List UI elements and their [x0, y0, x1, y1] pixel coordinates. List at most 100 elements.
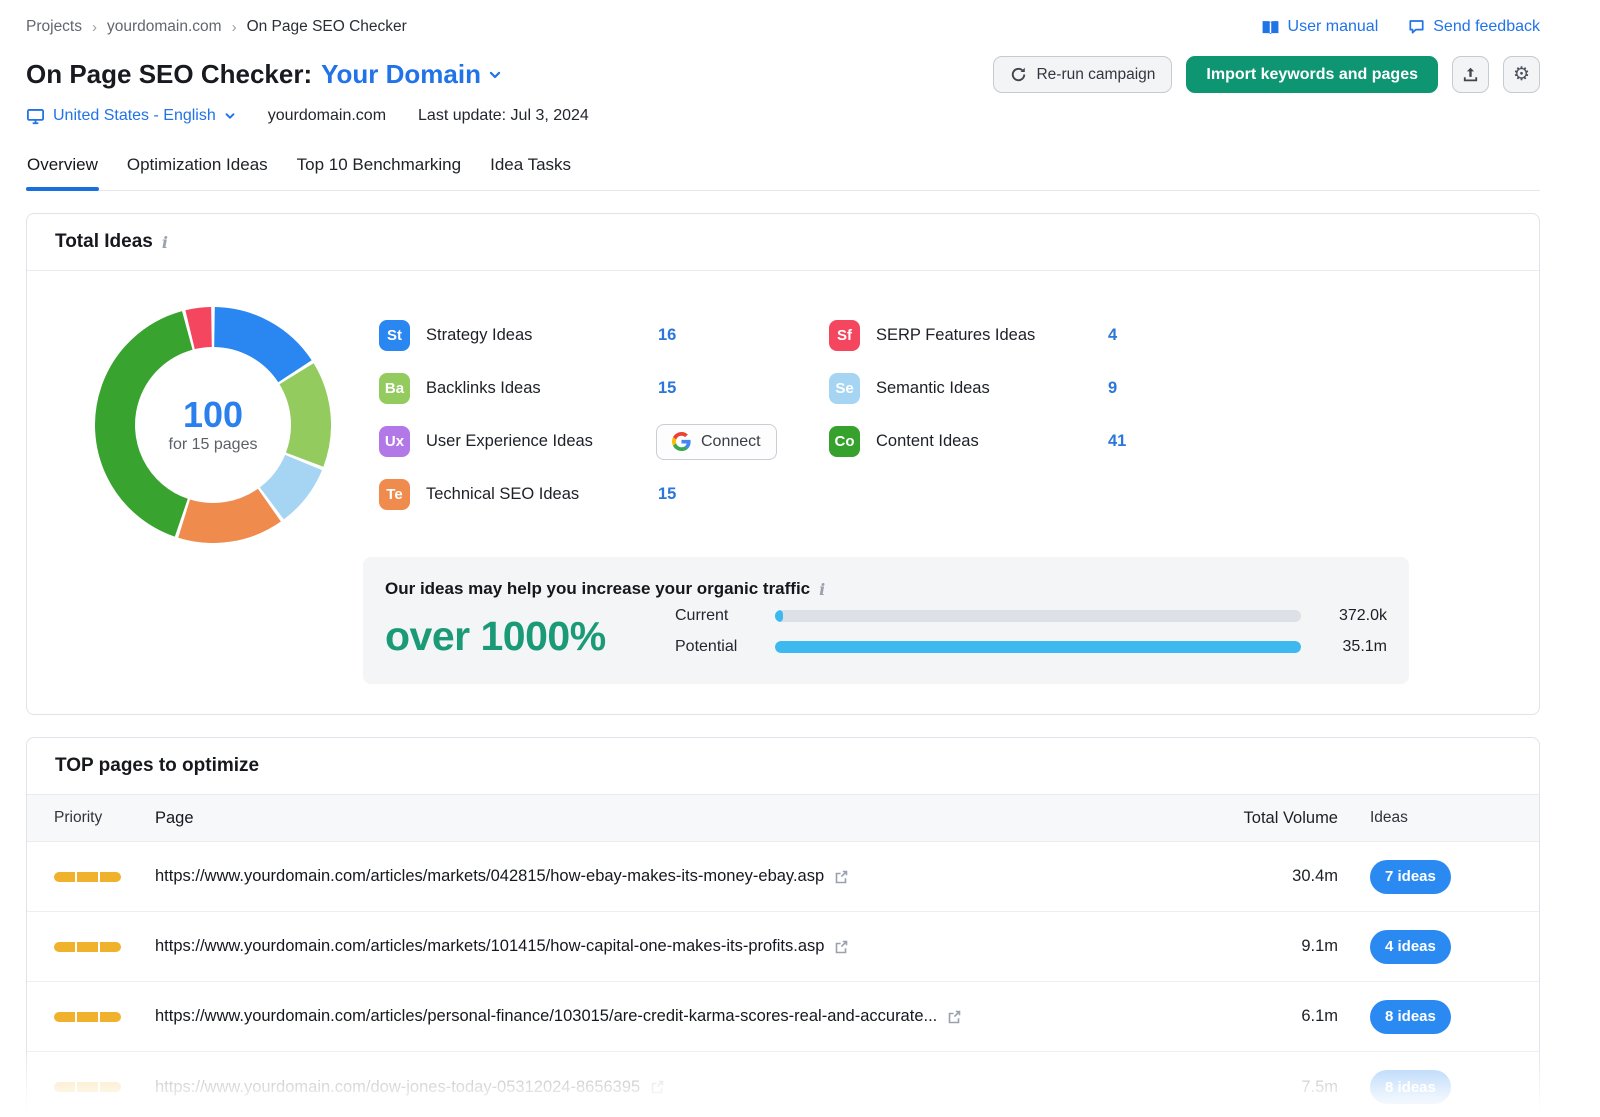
- legend-label: SERP Features Ideas: [876, 326, 1108, 345]
- category-badge: Co: [829, 426, 860, 457]
- refresh-icon: [1010, 66, 1027, 83]
- google-connect-button[interactable]: Connect: [656, 424, 777, 460]
- total-ideas-donut-chart: Strategy Ideas: 16Backlinks Ideas: 15Sem…: [95, 307, 331, 543]
- ideas-button[interactable]: 8 ideas: [1370, 1000, 1451, 1034]
- breadcrumb-item[interactable]: Projects: [26, 18, 82, 36]
- category-badge: St: [379, 320, 410, 351]
- send-feedback-link[interactable]: Send feedback: [1408, 18, 1540, 36]
- legend-item: Co Content Ideas41: [829, 415, 1279, 468]
- legend-value: 15: [658, 485, 676, 504]
- chevron-down-icon: [224, 110, 236, 122]
- legend-value: 41: [1108, 432, 1126, 451]
- page-url-link[interactable]: https://www.yourdomain.com/dow-jones-tod…: [155, 1078, 640, 1097]
- tab-top-10-benchmarking[interactable]: Top 10 Benchmarking: [296, 149, 462, 190]
- external-link-icon[interactable]: [946, 1009, 962, 1025]
- tab-overview[interactable]: Overview: [26, 149, 99, 190]
- tab-idea-tasks[interactable]: Idea Tasks: [489, 149, 572, 190]
- export-button[interactable]: [1452, 56, 1489, 93]
- priority-indicator: [54, 942, 155, 952]
- traffic-bar-value: 372.0k: [1301, 607, 1387, 625]
- page-url-link[interactable]: https://www.yourdomain.com/articles/mark…: [155, 937, 824, 956]
- category-badge: Ba: [379, 373, 410, 404]
- rerun-campaign-label: Re-run campaign: [1036, 66, 1155, 84]
- google-icon: [672, 432, 691, 451]
- top-links: User manual Send feedback: [1261, 18, 1540, 36]
- traffic-title: Our ideas may help you increase your org…: [385, 579, 810, 599]
- total-volume-value: 6.1m: [1178, 1007, 1338, 1026]
- external-link-icon[interactable]: [649, 1079, 665, 1095]
- settings-button[interactable]: ⚙: [1503, 56, 1540, 93]
- rerun-campaign-button[interactable]: Re-run campaign: [993, 56, 1172, 93]
- traffic-bar-label: Potential: [675, 638, 775, 656]
- page-title-text: On Page SEO Checker:: [26, 59, 312, 90]
- breadcrumb-item[interactable]: yourdomain.com: [107, 18, 222, 36]
- legend-label: Semantic Ideas: [876, 379, 1108, 398]
- traffic-bar-row: Current 372.0k: [675, 607, 1387, 625]
- campaign-domain: yourdomain.com: [268, 107, 386, 125]
- traffic-highlight: over 1000%: [385, 613, 675, 660]
- category-badge: Ux: [379, 426, 410, 457]
- meta-row: United States - English yourdomain.com L…: [26, 107, 1540, 125]
- table-row: https://www.yourdomain.com/dow-jones-tod…: [27, 1052, 1539, 1117]
- gear-icon: ⚙: [1513, 65, 1530, 84]
- column-header-ideas: Ideas: [1338, 809, 1511, 827]
- ideas-button[interactable]: 8 ideas: [1370, 1070, 1451, 1104]
- info-icon[interactable]: i: [162, 233, 168, 252]
- monitor-icon: [26, 108, 45, 125]
- legend-label: User Experience Ideas: [426, 432, 658, 451]
- external-link-icon[interactable]: [833, 939, 849, 955]
- domain-selector[interactable]: Your Domain: [321, 59, 502, 90]
- info-icon[interactable]: i: [819, 580, 825, 599]
- donut-total-value: 100: [183, 396, 243, 434]
- page-url-link[interactable]: https://www.yourdomain.com/articles/mark…: [155, 867, 824, 886]
- traffic-bar-track: [775, 610, 1301, 622]
- last-update: Last update: Jul 3, 2024: [418, 107, 589, 125]
- legend-item: Ba Backlinks Ideas15: [379, 362, 829, 415]
- priority-indicator: [54, 1012, 155, 1022]
- book-icon: [1261, 19, 1280, 36]
- traffic-bars: Current 372.0k Potential 35.1m: [675, 607, 1387, 660]
- legend-value: 4: [1108, 326, 1117, 345]
- breadcrumb: Projects›yourdomain.com›On Page SEO Chec…: [26, 18, 407, 36]
- locale-label: United States - English: [53, 107, 216, 125]
- card-title: TOP pages to optimize: [55, 755, 259, 777]
- traffic-bar-fill: [775, 610, 783, 622]
- traffic-bar-label: Current: [675, 607, 775, 625]
- table-row: https://www.yourdomain.com/articles/mark…: [27, 842, 1539, 912]
- domain-selector-label: Your Domain: [321, 59, 481, 90]
- locale-selector[interactable]: United States - English: [26, 107, 236, 125]
- ideas-button[interactable]: 4 ideas: [1370, 930, 1451, 964]
- traffic-increase-panel: Our ideas may help you increase your org…: [363, 557, 1409, 684]
- legend-value: 15: [658, 379, 676, 398]
- table-body: https://www.yourdomain.com/articles/mark…: [27, 842, 1539, 1117]
- traffic-bar-fill: [775, 641, 1301, 653]
- legend-label: Content Ideas: [876, 432, 1108, 451]
- total-volume-value: 9.1m: [1178, 937, 1338, 956]
- total-volume-value: 30.4m: [1178, 867, 1338, 886]
- category-badge: Sf: [829, 320, 860, 351]
- legend-left-column: St Strategy Ideas16 Ba Backlinks Ideas15…: [379, 309, 829, 543]
- tab-optimization-ideas[interactable]: Optimization Ideas: [126, 149, 269, 190]
- top-pages-card: TOP pages to optimize Priority Page Tota…: [26, 737, 1540, 1117]
- total-ideas-card-header: Total Ideas i: [27, 214, 1539, 271]
- category-badge: Se: [829, 373, 860, 404]
- traffic-bar-track: [775, 641, 1301, 653]
- page-url-link[interactable]: https://www.yourdomain.com/articles/pers…: [155, 1007, 937, 1026]
- table-row: https://www.yourdomain.com/articles/mark…: [27, 912, 1539, 982]
- import-keywords-button[interactable]: Import keywords and pages: [1186, 56, 1438, 93]
- legend-item: St Strategy Ideas16: [379, 309, 829, 362]
- traffic-bar-row: Potential 35.1m: [675, 638, 1387, 656]
- ideas-button[interactable]: 7 ideas: [1370, 860, 1451, 894]
- traffic-title-row: Our ideas may help you increase your org…: [385, 579, 1387, 599]
- table-header-row: Priority Page Total Volume Ideas: [27, 795, 1539, 842]
- legend-value: 16: [658, 326, 676, 345]
- connect-label: Connect: [701, 433, 761, 451]
- legend-label: Backlinks Ideas: [426, 379, 658, 398]
- page: Projects›yourdomain.com›On Page SEO Chec…: [0, 0, 1600, 1117]
- column-header-page: Page: [155, 809, 1178, 828]
- legend-label: Technical SEO Ideas: [426, 485, 658, 504]
- user-manual-link[interactable]: User manual: [1261, 18, 1379, 36]
- external-link-icon[interactable]: [833, 869, 849, 885]
- priority-indicator: [54, 872, 155, 882]
- tab-bar: Overview Optimization Ideas Top 10 Benchma…: [26, 149, 1540, 191]
